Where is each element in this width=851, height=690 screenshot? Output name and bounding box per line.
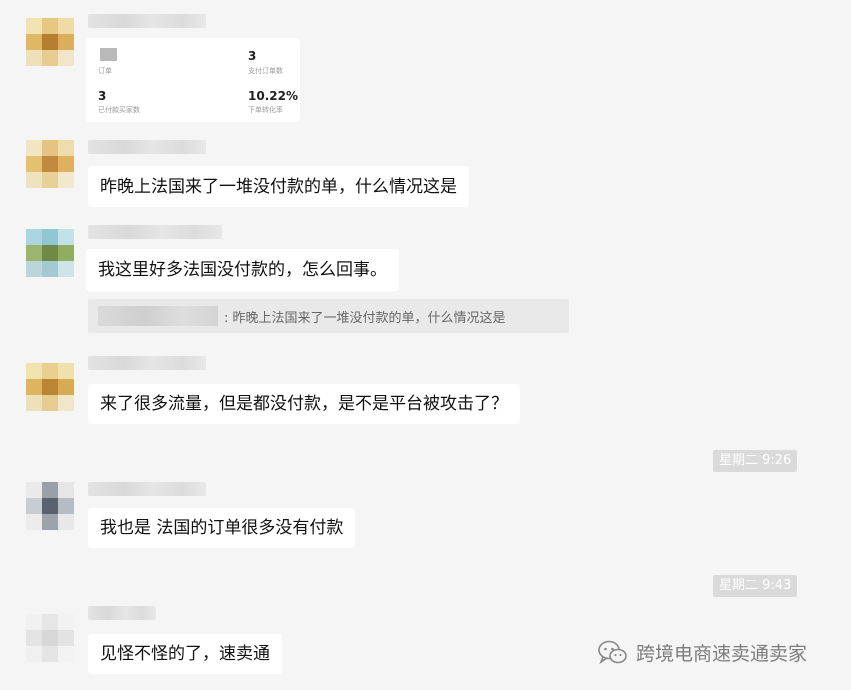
message-bubble[interactable]: 我也是 法国的订单很多没有付款 <box>88 508 356 548</box>
stats-label: 已付款买家数 <box>98 106 140 114</box>
sender-name <box>88 606 156 620</box>
watermark: 跨境电商速卖通卖家 <box>598 639 807 666</box>
avatar[interactable] <box>26 482 74 530</box>
sender-name <box>88 14 206 28</box>
message-bubble[interactable]: 我这里好多法国没付款的，怎么回事。 <box>86 249 399 291</box>
stats-label: 支付订单数 <box>248 67 283 75</box>
quoted-sender-name <box>98 306 218 326</box>
stats-label: 下单转化率 <box>248 106 283 114</box>
avatar[interactable] <box>26 614 74 662</box>
message-bubble[interactable]: 来了很多流量，但是都没付款，是不是平台被攻击了？ <box>88 384 520 424</box>
stats-card[interactable]: 订单 3 支付订单数 3 已付款买家数 10.22% 下单转化率 <box>86 38 300 122</box>
stats-value: 3 <box>248 49 257 63</box>
stats-value-blurred <box>100 48 117 61</box>
sender-name <box>88 482 206 496</box>
stats-label: 订单 <box>98 67 112 75</box>
avatar[interactable] <box>26 229 74 277</box>
quoted-text: : 昨晚上法国来了一堆没付款的单，什么情况这是 <box>224 310 506 326</box>
message-bubble[interactable]: 昨晚上法国来了一堆没付款的单，什么情况这是 <box>88 166 469 207</box>
sender-name <box>88 356 206 370</box>
timestamp: 星期二 9:26 <box>713 450 798 472</box>
stats-value: 10.22% <box>248 89 298 103</box>
sender-name <box>88 225 222 239</box>
wechat-icon <box>598 640 627 664</box>
message-bubble[interactable]: 见怪不怪的了，速卖通 <box>88 634 282 674</box>
avatar[interactable] <box>26 18 74 66</box>
watermark-text: 跨境电商速卖通卖家 <box>636 643 808 665</box>
avatar[interactable] <box>26 363 74 411</box>
sender-name <box>88 140 206 154</box>
timestamp: 星期二 9:43 <box>713 575 798 597</box>
avatar[interactable] <box>26 140 74 188</box>
stats-value: 3 <box>98 89 107 103</box>
quoted-message[interactable]: : 昨晚上法国来了一堆没付款的单，什么情况这是 <box>88 299 569 333</box>
